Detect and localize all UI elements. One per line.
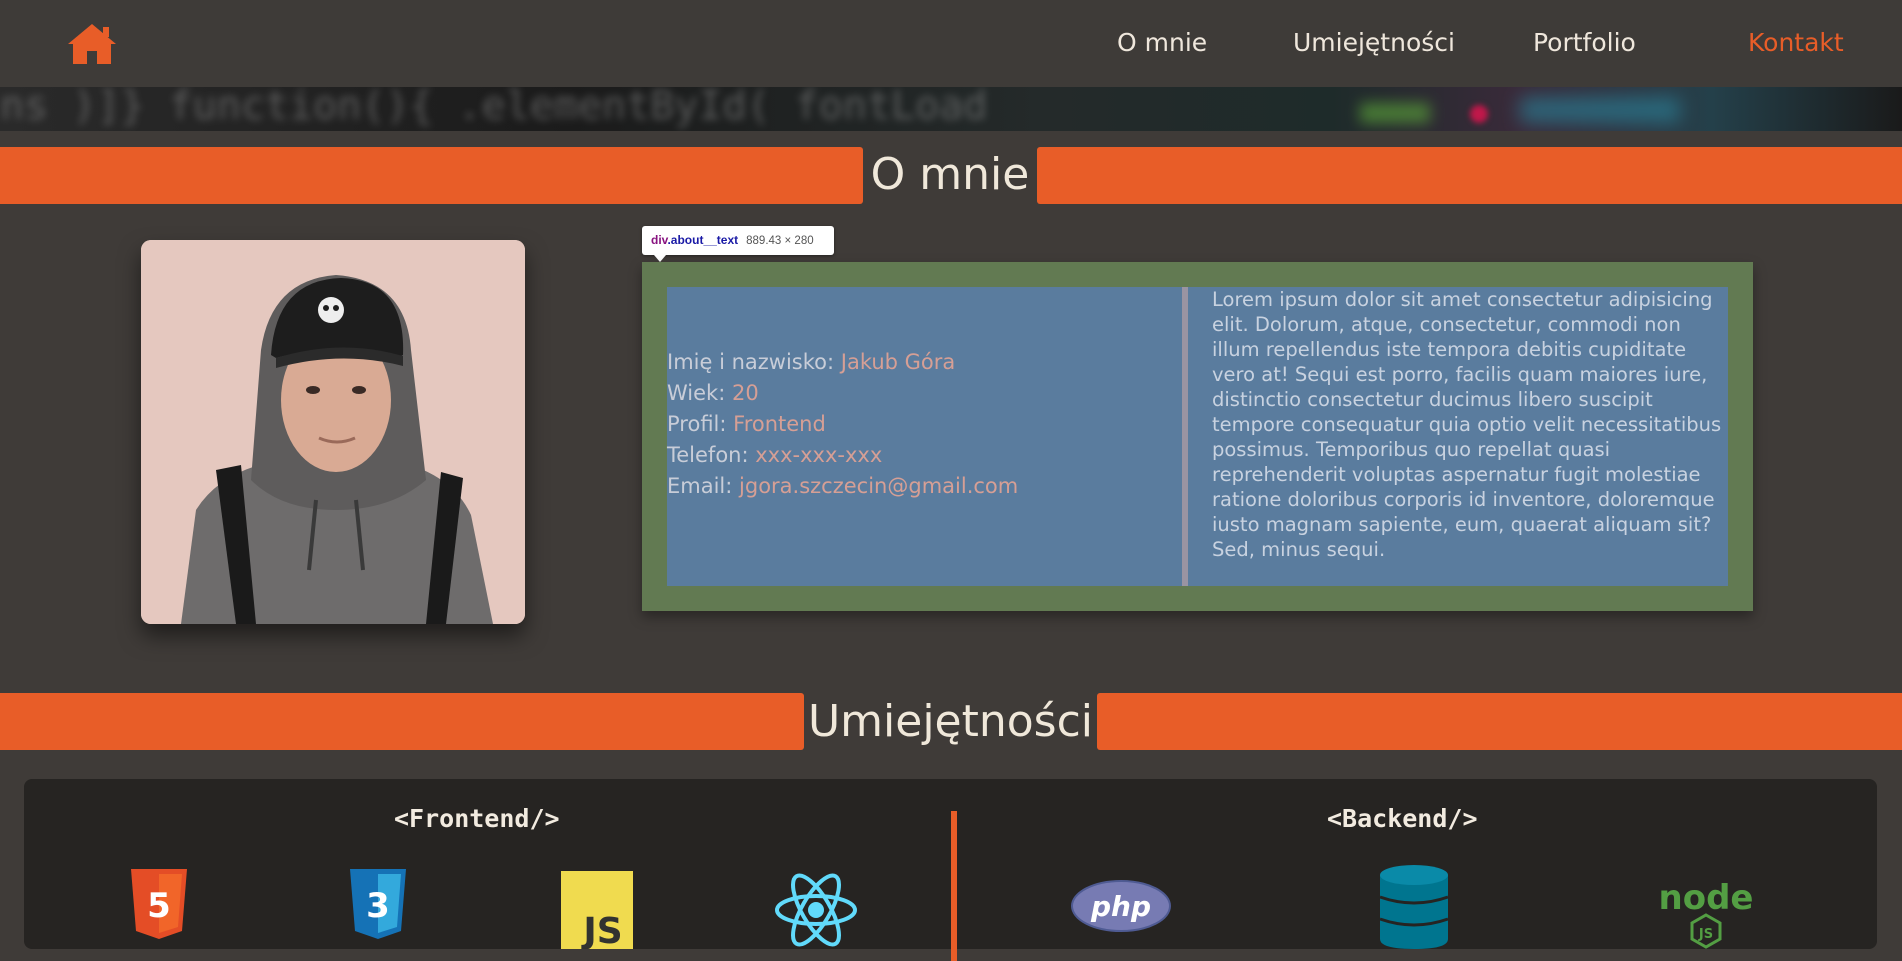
html5-icon: 5 xyxy=(131,869,187,939)
nodejs-label: JS xyxy=(1698,927,1713,942)
hero-banner: ns )]} function(){ .elementById( fontLoa… xyxy=(0,87,1902,131)
devtools-tooltip: div.about__text 889.43 × 280 xyxy=(642,226,834,255)
info-value: xxx-xxx-xxx xyxy=(755,443,883,467)
top-navbar: O mnie Umiejętności Portfolio Kontakt xyxy=(0,0,1902,87)
node-label: node xyxy=(1659,878,1754,918)
info-label: Email: xyxy=(667,474,733,498)
skills-bar-left xyxy=(0,693,804,750)
section-bar-left xyxy=(0,147,863,204)
info-row-name: Imię i nazwisko: Jakub Góra xyxy=(667,347,1018,378)
about-description: Lorem ipsum dolor sit amet consectetur a… xyxy=(1212,288,1722,561)
js-label: JS xyxy=(580,911,622,949)
info-row-age: Wiek: 20 xyxy=(667,378,1018,409)
hero-code-text: ns )]} function(){ .elementById( fontLoa… xyxy=(0,87,988,129)
backend-title: <Backend/> xyxy=(1327,804,1478,833)
hero-glow-blue xyxy=(1520,97,1680,123)
info-row-profile: Profil: Frontend xyxy=(667,409,1018,440)
php-icon: php xyxy=(1071,880,1171,932)
info-label: Wiek: xyxy=(667,381,726,405)
database-icon xyxy=(1379,865,1449,949)
frontend-title: <Frontend/> xyxy=(394,804,560,833)
about-text-content: Imię i nazwisko: Jakub Góra Wiek: 20 Pro… xyxy=(667,287,1728,586)
nodejs-icon: node JS xyxy=(1659,878,1754,949)
hero-glow-green xyxy=(1360,103,1430,123)
php-label: php xyxy=(1090,890,1151,923)
section-bar-right xyxy=(1037,147,1902,204)
home-icon[interactable] xyxy=(66,22,118,66)
skills-divider xyxy=(951,811,957,961)
about-text-box: Imię i nazwisko: Jakub Góra Wiek: 20 Pro… xyxy=(642,262,1753,611)
info-value: Jakub Góra xyxy=(840,350,956,374)
info-label: Imię i nazwisko: xyxy=(667,350,835,374)
css3-label: 3 xyxy=(366,886,390,926)
info-value[interactable]: jgora.szczecin@gmail.com xyxy=(739,474,1018,498)
info-row-email: Email: jgora.szczecin@gmail.com xyxy=(667,471,1018,502)
hero-glow xyxy=(1470,105,1488,123)
info-row-phone: Telefon: xxx-xxx-xxx xyxy=(667,440,1018,471)
info-value: 20 xyxy=(731,381,759,405)
tooltip-arrow xyxy=(654,255,666,262)
javascript-icon: JS xyxy=(561,871,633,949)
info-label: Telefon: xyxy=(667,443,749,467)
skills-bar-right xyxy=(1097,693,1902,750)
tooltip-class: .about__text xyxy=(667,233,739,247)
html5-label: 5 xyxy=(147,886,171,926)
personal-info-list: Imię i nazwisko: Jakub Góra Wiek: 20 Pro… xyxy=(667,347,1018,502)
profile-photo xyxy=(141,240,525,624)
nav-link-skills[interactable]: Umiejętności xyxy=(1293,28,1455,57)
about-title: O mnie xyxy=(870,149,1030,200)
nav-link-portfolio[interactable]: Portfolio xyxy=(1533,28,1636,57)
react-icon xyxy=(775,873,857,947)
about-divider xyxy=(1182,287,1188,586)
profile-photo-icon xyxy=(141,240,525,624)
tooltip-tag: div xyxy=(651,233,668,247)
nav-link-contact[interactable]: Kontakt xyxy=(1748,28,1844,57)
nav-link-about[interactable]: O mnie xyxy=(1117,28,1207,57)
info-label: Profil: xyxy=(667,412,727,436)
skills-title: Umiejętności xyxy=(807,696,1094,747)
tooltip-size: 889.43 × 280 xyxy=(746,235,814,247)
css3-icon: 3 xyxy=(350,869,406,939)
info-value: Frontend xyxy=(733,412,826,436)
skills-panel: <Frontend/> <Backend/> 5 3 JS php node J… xyxy=(24,779,1877,961)
